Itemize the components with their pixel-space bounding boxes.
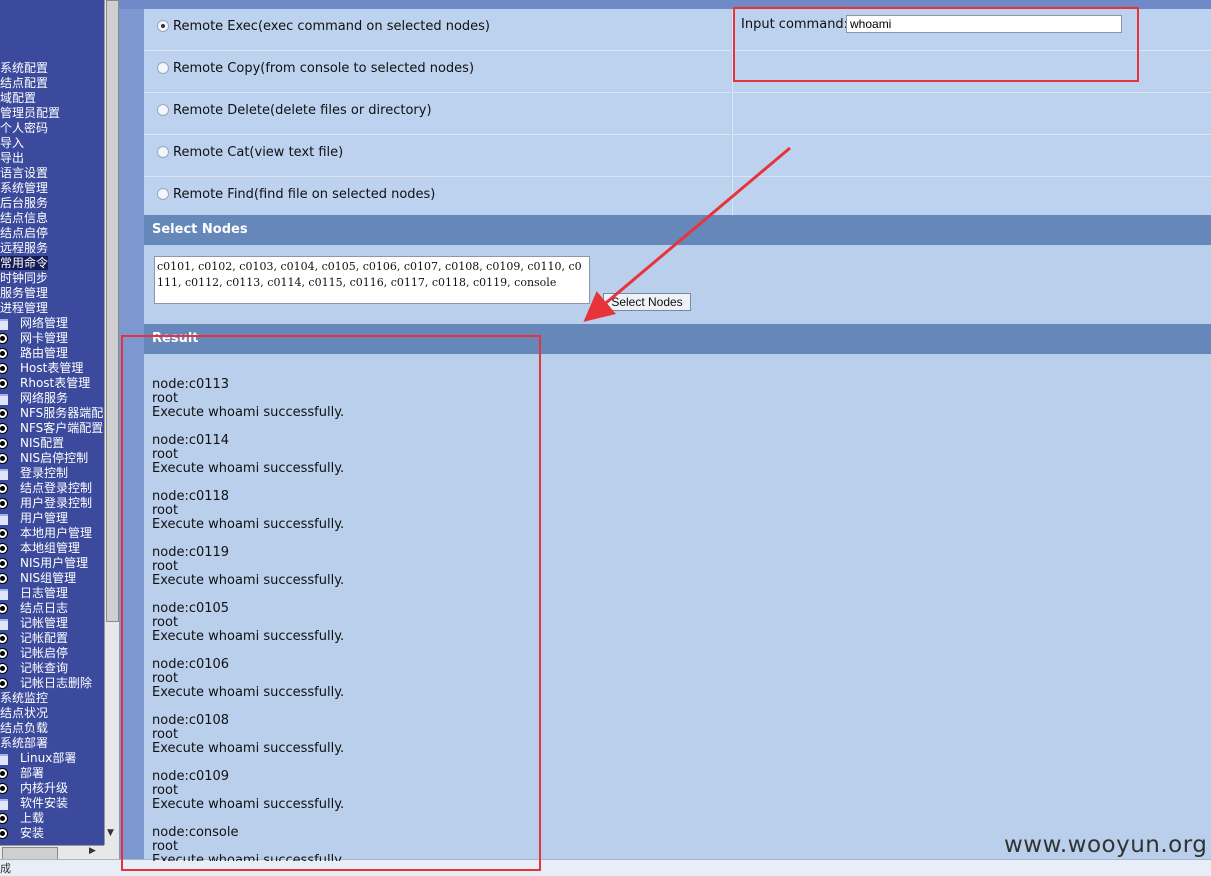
- annotation-arrow: [583, 146, 791, 322]
- watermark-text: www.wooyun.org: [1004, 832, 1208, 858]
- arrow-line: [583, 146, 791, 322]
